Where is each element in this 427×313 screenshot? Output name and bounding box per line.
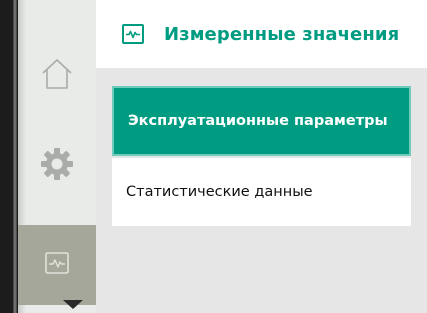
menu-item-operating-parameters[interactable]: Эксплуатационные параметры bbox=[112, 86, 411, 156]
scroll-down-indicator[interactable] bbox=[54, 300, 92, 313]
page-header: Измеренные значения bbox=[96, 0, 427, 68]
bezel-highlight bbox=[13, 0, 17, 313]
sidebar-item-home[interactable] bbox=[18, 44, 96, 108]
sidebar-item-settings[interactable] bbox=[18, 134, 96, 198]
device-bezel bbox=[0, 0, 20, 313]
menu-item-label: Статистические данные bbox=[126, 184, 313, 200]
sidebar-nav bbox=[18, 0, 96, 313]
home-icon bbox=[40, 57, 74, 95]
sidebar-item-measurement[interactable] bbox=[18, 225, 96, 305]
page-title: Измеренные значения bbox=[164, 23, 400, 45]
measurement-chart-icon bbox=[45, 252, 69, 278]
menu-area: Эксплуатационные параметры Статистически… bbox=[96, 68, 427, 313]
chevron-down-icon bbox=[63, 300, 83, 309]
menu-item-statistics[interactable]: Статистические данные bbox=[112, 158, 411, 226]
gear-icon bbox=[39, 146, 75, 186]
menu-item-label: Эксплуатационные параметры bbox=[128, 113, 388, 129]
measurement-chart-icon bbox=[122, 24, 144, 44]
